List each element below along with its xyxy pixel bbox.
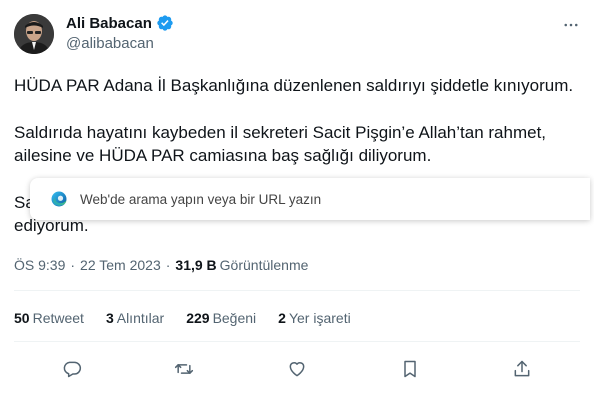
tweet-text: HÜDA PAR Adana İl Başkanlığına düzenlene… — [14, 74, 584, 261]
tweet-time[interactable]: ÖS 9:39 — [14, 257, 65, 273]
tweet-meta: ÖS 9:39 · 22 Tem 2023 · 31,9 B Görüntüle… — [14, 257, 308, 273]
tweet-date[interactable]: 22 Tem 2023 — [80, 257, 161, 273]
stat-quotes[interactable]: 3 Alıntılar — [106, 310, 164, 326]
tweet-paragraph: Saldırıda hayatını kaybeden il sekreteri… — [14, 123, 551, 165]
meta-separator: · — [70, 257, 76, 273]
author-handle[interactable]: @alibabacan — [66, 35, 154, 52]
stat-likes[interactable]: 229 Beğeni — [186, 310, 256, 326]
views-count: 31,9 B — [175, 257, 217, 273]
retweet-icon[interactable] — [171, 356, 197, 382]
divider — [14, 341, 580, 342]
verified-badge-icon — [156, 14, 174, 32]
reply-icon[interactable] — [59, 356, 85, 382]
share-icon[interactable] — [509, 356, 535, 382]
stat-bookmarks[interactable]: 2 Yer işareti — [278, 310, 351, 326]
author-name[interactable]: Ali Babacan — [66, 15, 152, 32]
meta-separator: · — [165, 257, 171, 273]
divider — [14, 290, 580, 291]
views-label: Görüntülenme — [219, 257, 309, 273]
tweet-paragraph: HÜDA PAR Adana İl Başkanlığına düzenlene… — [14, 76, 574, 95]
browser-search-input[interactable] — [80, 191, 540, 207]
avatar[interactable] — [14, 14, 54, 54]
more-options-icon[interactable] — [558, 12, 584, 38]
stat-retweets[interactable]: 50 Retweet — [14, 310, 84, 326]
tweet-actions — [14, 356, 580, 382]
browser-search-bar[interactable] — [30, 178, 590, 220]
edge-icon — [50, 190, 68, 208]
like-icon[interactable] — [284, 356, 310, 382]
bookmark-icon[interactable] — [397, 356, 423, 382]
tweet-header: Ali Babacan @alibabacan — [14, 12, 584, 56]
tweet-stats: 50 Retweet 3 Alıntılar 229 Beğeni 2 Yer işar… — [14, 310, 351, 326]
